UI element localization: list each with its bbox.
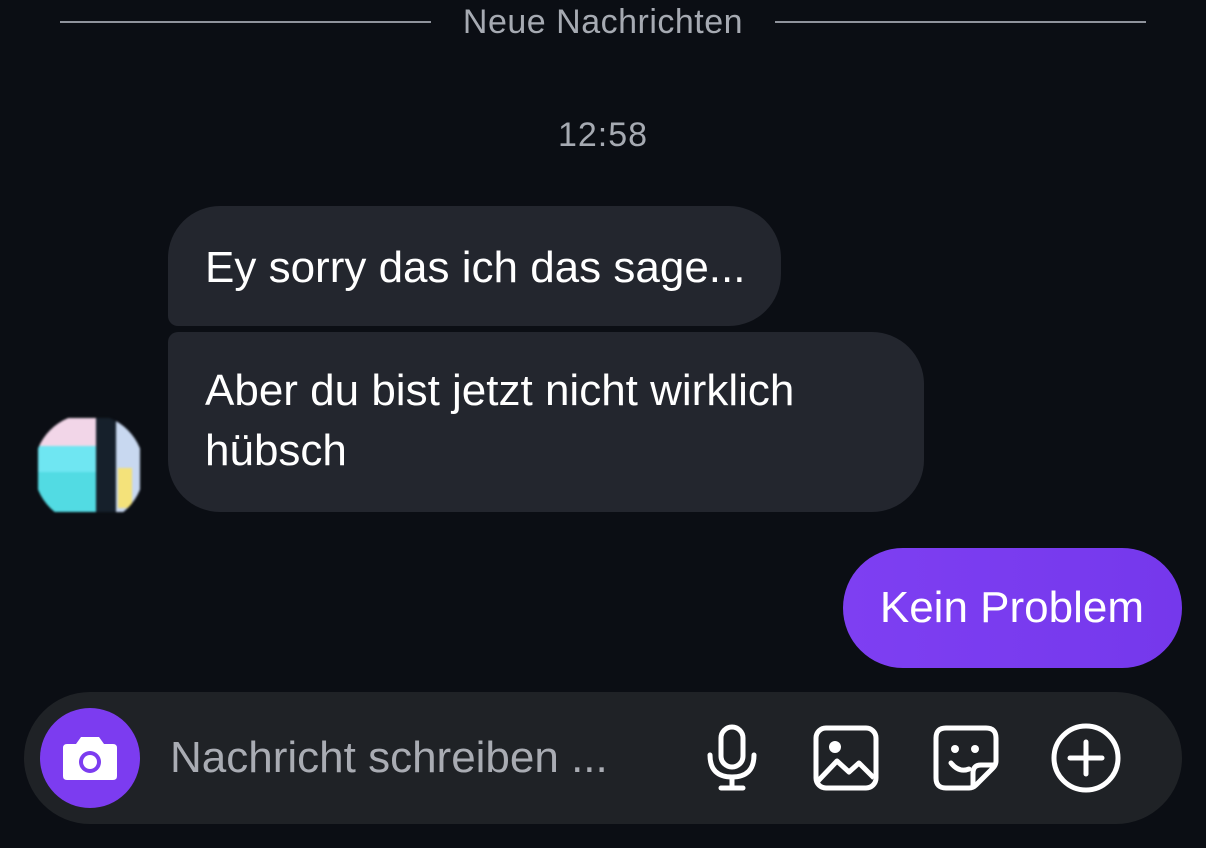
message-input[interactable] [170, 728, 680, 788]
avatar-image-part [38, 472, 96, 512]
divider-line-left [60, 21, 431, 23]
message-timestamp: 12:58 [557, 116, 649, 154]
avatar-image-part [38, 418, 96, 446]
outgoing-message-bubble[interactable]: Kein Problem [842, 548, 1182, 668]
avatar-image-part [38, 446, 96, 472]
sticker-icon [933, 725, 999, 791]
incoming-message-bubble[interactable]: Ey sorry das ich das sage... [168, 206, 782, 326]
microphone-icon [707, 724, 757, 791]
incoming-message-bubble[interactable]: Aber du bist jetzt nicht wirklich hübsch [168, 332, 924, 512]
divider-line-right [775, 21, 1146, 23]
new-messages-divider: Neue Nachrichten [60, 0, 1146, 44]
gallery-button[interactable] [806, 718, 886, 798]
more-options-button[interactable] [1046, 718, 1126, 798]
camera-icon [63, 737, 117, 780]
sticker-button[interactable] [926, 718, 1006, 798]
avatar-image-part [96, 418, 116, 512]
message-composer [24, 692, 1182, 824]
voice-message-button[interactable] [692, 718, 772, 798]
camera-button[interactable] [40, 708, 140, 808]
plus-circle-icon [1051, 723, 1121, 793]
avatar-image-part [118, 468, 132, 508]
new-messages-label: Neue Nachrichten [462, 2, 744, 41]
gallery-icon [813, 725, 879, 791]
chat-screen: Neue Nachrichten 12:58 Ey sorry das ich … [0, 0, 1206, 848]
sender-avatar[interactable] [34, 414, 144, 524]
